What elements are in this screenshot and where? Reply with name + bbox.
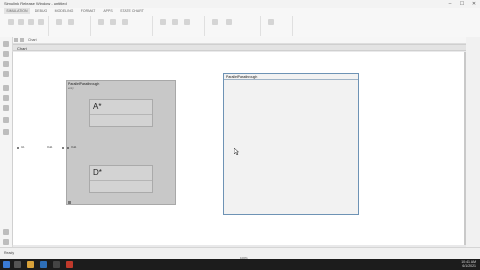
settings-icon[interactable] [268,19,274,25]
symbols-pane-icon[interactable] [3,239,9,245]
substate-a[interactable]: A* [89,99,153,127]
window-title: Simulink Release Window - untitled [4,1,67,6]
logic-analyzer-icon[interactable] [226,19,232,25]
resize-handle-icon[interactable] [68,201,71,204]
box-tool-icon[interactable] [3,61,9,67]
substate-d-label: D* [93,168,102,177]
status-text: Ready [4,251,15,255]
log-signals-icon[interactable] [68,19,74,25]
symbols-icon[interactable] [122,19,128,25]
navigation-bar: Chart [12,37,466,44]
open-icon[interactable] [18,19,24,25]
ribbon-group-file [4,16,49,36]
state-header-divider [224,79,358,80]
input-port-icon[interactable] [17,147,19,149]
substate-d-divider [90,180,152,181]
mouse-cursor-icon [234,148,239,155]
document-tabstrip: Chart [12,44,467,51]
parallel-state-2[interactable]: ParallelPassthrough [223,73,359,215]
substate-d[interactable]: D* [89,165,153,193]
annotation-icon[interactable] [3,117,9,123]
tab-state-chart[interactable]: STATE CHART [118,8,146,14]
step-forward-icon[interactable] [184,19,190,25]
tab-simulation[interactable]: SIMULATION [4,8,30,14]
windows-taskbar: 10:41 AM 6/1/2021 [0,259,480,270]
sample-time-icon[interactable] [98,19,104,25]
run-icon[interactable] [172,19,178,25]
maximize-button[interactable]: ☐ [456,0,468,8]
ribbon-group-extra [262,16,293,36]
step-back-icon[interactable] [160,19,166,25]
save-icon[interactable] [28,19,34,25]
clock-date[interactable]: 6/1/2021 [462,264,476,268]
mid-port-label: Out1 [47,146,53,149]
document-tab[interactable]: Chart [12,44,467,51]
ribbon-toolstrip: SIMULATION DEBUG MODELING FORMAT APPS ST… [0,8,480,38]
mid-port-icon[interactable] [62,147,64,149]
print-icon[interactable] [38,19,44,25]
ribbon-group-prepare [92,16,153,36]
substate-a-divider [90,114,152,115]
junction-tool-icon[interactable] [3,51,9,57]
function-tool-icon[interactable] [3,71,9,77]
input-port-label: In1 [21,146,25,149]
right-panel [466,37,480,247]
substate-a-label: A* [93,102,102,111]
state-tool-icon[interactable] [3,41,9,47]
search-icon[interactable] [14,261,21,268]
output-port-icon[interactable] [67,147,69,149]
breadcrumb[interactable]: Chart [28,37,37,43]
close-button[interactable]: ✕ [468,0,480,8]
app-icon[interactable] [53,261,60,268]
matlab-icon[interactable] [66,261,73,268]
tab-debug[interactable]: DEBUG [32,8,50,14]
ribbon-group-simulate [154,16,205,36]
model-explorer-icon[interactable] [3,229,9,235]
ribbon-group-library [50,16,91,36]
state-label: ParallelPassthrough [68,82,100,86]
start-icon[interactable] [3,261,10,268]
truth-table-icon[interactable] [3,85,9,91]
forward-icon[interactable] [20,38,24,42]
data-inspector-icon[interactable] [212,19,218,25]
simulink-function-icon[interactable] [3,105,9,111]
minimize-button[interactable]: – [444,0,456,8]
matlab-function-icon[interactable] [3,95,9,101]
image-icon[interactable] [3,129,9,135]
browser-icon[interactable] [40,261,47,268]
library-icon[interactable] [56,19,62,25]
parallel-state-1[interactable]: ParallelPassthrough entry: A* D* [66,80,176,205]
tab-modeling[interactable]: MODELING [52,8,76,14]
ribbon-group-review [206,16,261,36]
tab-format[interactable]: FORMAT [78,8,98,14]
inspect-icon[interactable] [110,19,116,25]
tab-apps[interactable]: APPS [100,8,116,14]
output-port-label: Out1 [71,146,77,149]
new-icon[interactable] [8,19,14,25]
back-icon[interactable] [14,38,18,42]
file-explorer-icon[interactable] [27,261,34,268]
state-entry-action: entry: [68,87,75,90]
